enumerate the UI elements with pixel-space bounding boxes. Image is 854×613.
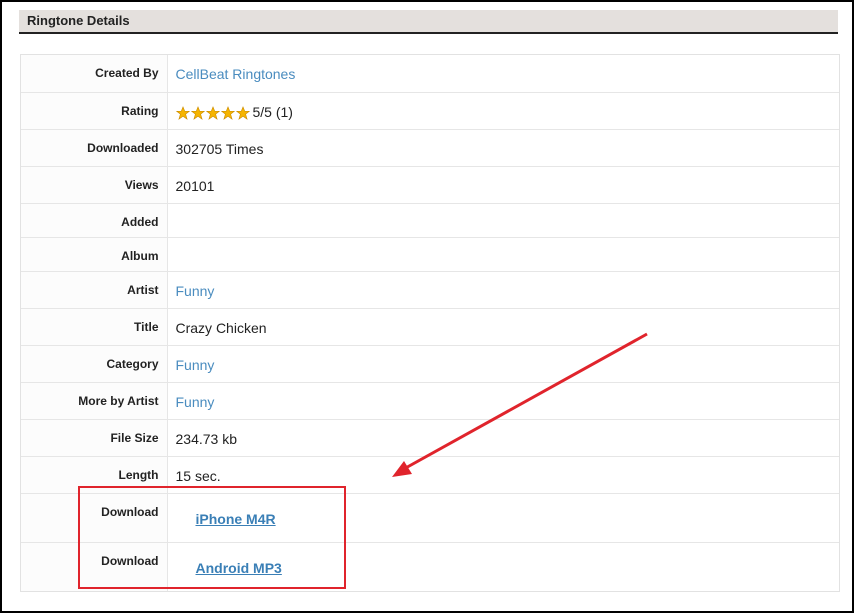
row-rating: Rating 5/5 (1) [21, 92, 839, 130]
length-value: 15 sec. [167, 456, 839, 494]
star-icon [220, 105, 235, 120]
row-artist: Artist Funny [21, 271, 839, 309]
label-category: Category [21, 345, 168, 383]
row-more-by-artist: More by Artist Funny [21, 382, 839, 420]
download-android-mp3-link[interactable]: Android MP3 [196, 560, 282, 576]
label-artist: Artist [21, 271, 168, 309]
category-link[interactable]: Funny [176, 357, 215, 373]
star-icon [175, 105, 190, 120]
downloaded-value: 302705 Times [167, 129, 839, 167]
label-download: Download [21, 542, 168, 591]
label-rating: Rating [21, 92, 168, 130]
row-downloaded: Downloaded 302705 Times [21, 129, 839, 167]
rating-value: 5/5 (1) [252, 103, 293, 120]
row-title: Title Crazy Chicken [21, 308, 839, 346]
row-created-by: Created By CellBeat Ringtones [21, 55, 839, 93]
label-more-by-artist: More by Artist [21, 382, 168, 420]
more-by-artist-link[interactable]: Funny [176, 394, 215, 410]
views-value: 20101 [167, 166, 839, 204]
title-value: Crazy Chicken [167, 308, 839, 346]
file-size-value: 234.73 kb [167, 419, 839, 457]
label-title: Title [21, 308, 168, 346]
row-download-android: Download Android MP3 [21, 542, 839, 591]
label-download: Download [21, 493, 168, 543]
details-table: Created By CellBeat Ringtones Rating 5/5… [20, 54, 840, 592]
album-value [167, 237, 839, 272]
created-by-link[interactable]: CellBeat Ringtones [176, 66, 296, 82]
rating-stars [175, 105, 251, 123]
panel-header: Ringtone Details [19, 10, 838, 34]
panel-title: Ringtone Details [27, 13, 130, 28]
row-file-size: File Size 234.73 kb [21, 419, 839, 457]
label-file-size: File Size [21, 419, 168, 457]
star-icon [205, 105, 220, 120]
download-iphone-m4r-link[interactable]: iPhone M4R [196, 511, 276, 527]
row-length: Length 15 sec. [21, 456, 839, 494]
label-album: Album [21, 237, 168, 272]
added-value [167, 203, 839, 238]
label-length: Length [21, 456, 168, 494]
row-category: Category Funny [21, 345, 839, 383]
label-created-by: Created By [21, 55, 168, 93]
label-downloaded: Downloaded [21, 129, 168, 167]
artist-link[interactable]: Funny [176, 283, 215, 299]
star-icon [190, 105, 205, 120]
row-added: Added [21, 203, 839, 238]
label-views: Views [21, 166, 168, 204]
star-icon [235, 105, 250, 120]
row-album: Album [21, 237, 839, 272]
row-views: Views 20101 [21, 166, 839, 204]
row-download-iphone: Download iPhone M4R [21, 493, 839, 543]
label-added: Added [21, 203, 168, 238]
